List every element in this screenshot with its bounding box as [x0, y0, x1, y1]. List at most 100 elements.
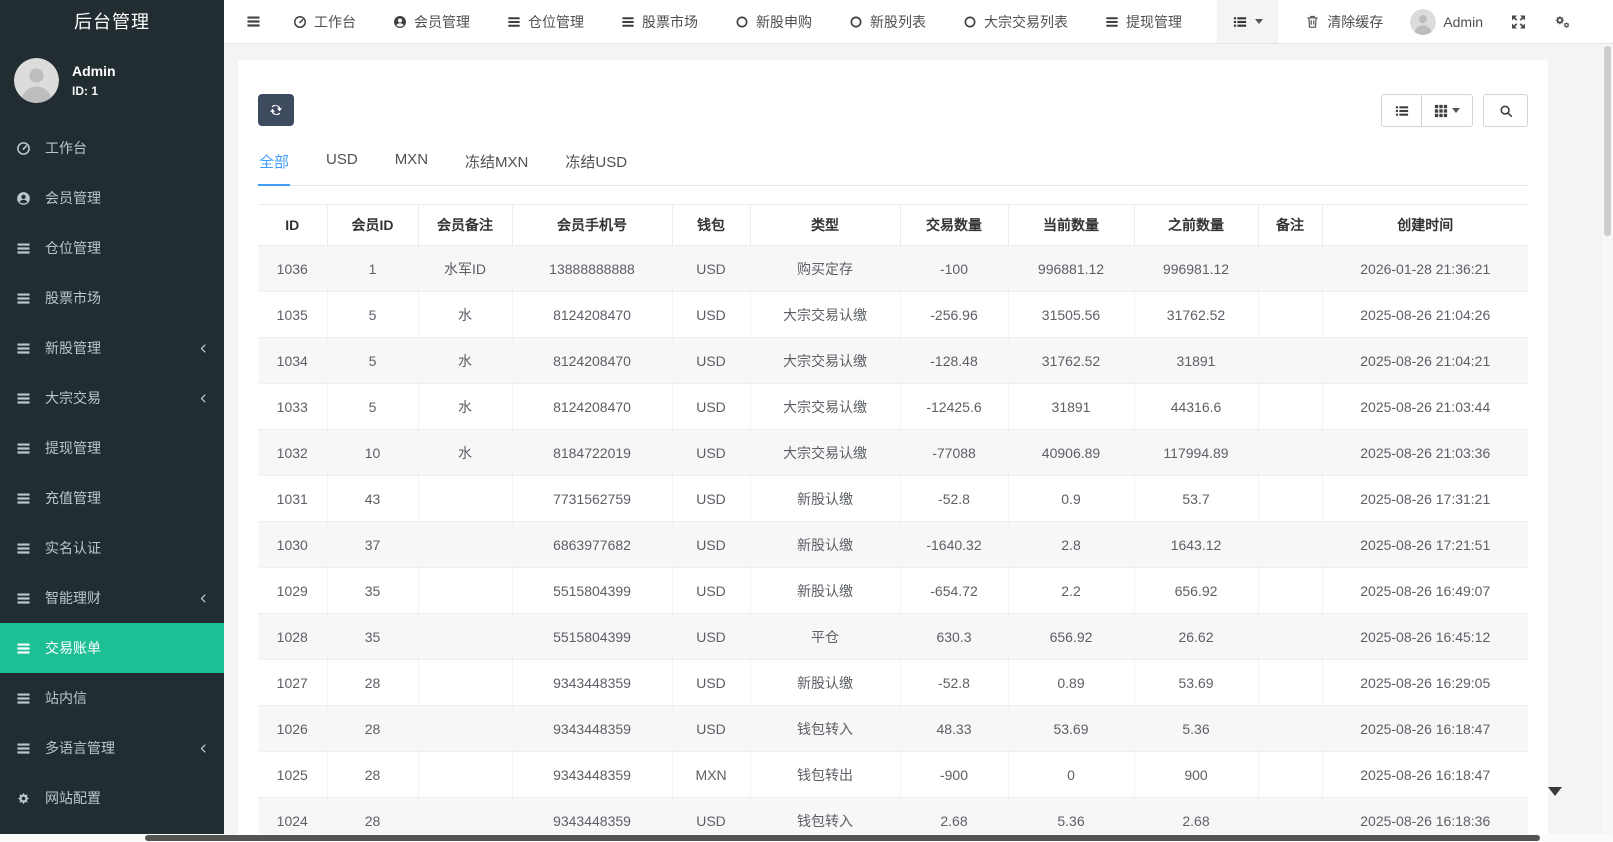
table-cell: USD [672, 660, 750, 706]
table-cell: 1 [327, 246, 418, 292]
topnav-item-workbench[interactable]: 工作台 [293, 12, 356, 32]
table-cell: 1643.12 [1134, 522, 1258, 568]
table-cell: 2025-08-26 17:21:51 [1322, 522, 1528, 568]
table-cell [1258, 246, 1322, 292]
circle-icon [963, 15, 977, 29]
topnav-item-members[interactable]: 会员管理 [393, 12, 470, 32]
settings-button[interactable] [1554, 14, 1571, 30]
vertical-scrollbar[interactable] [1602, 44, 1613, 834]
list-icon [16, 490, 34, 506]
dashboard-icon [16, 140, 34, 156]
sidebar-item-site-config[interactable]: 网站配置 [0, 773, 224, 823]
table-cell: 大宗交易认缴 [750, 384, 900, 430]
table-row: 1028355515804399USD平仓630.3656.9226.62202… [258, 614, 1528, 660]
table-cell [1258, 614, 1322, 660]
admin-user-menu[interactable]: Admin [1410, 9, 1483, 35]
table-cell [1258, 752, 1322, 798]
view-button-group [1381, 94, 1473, 127]
column-header-created-at: 创建时间 [1322, 205, 1528, 246]
tab-all[interactable]: 全部 [258, 141, 290, 186]
table-cell: 5 [327, 292, 418, 338]
table-cell [418, 660, 512, 706]
sidebar-item-members[interactable]: 会员管理 [0, 173, 224, 223]
user-info: Admin ID: 1 [72, 63, 116, 98]
sidebar-item-block-trade[interactable]: 大宗交易 [0, 373, 224, 423]
table-cell: 31762.52 [1008, 338, 1134, 384]
horizontal-scrollbar-thumb[interactable] [145, 835, 1540, 841]
table-cell: USD [672, 706, 750, 752]
sidebar-toggle-button[interactable] [236, 14, 271, 29]
menu-dropdown-button[interactable] [1217, 0, 1278, 43]
table-cell [1258, 706, 1322, 752]
topnav-item-ipo-list[interactable]: 新股列表 [849, 12, 926, 32]
table-cell: 2025-08-26 16:49:07 [1322, 568, 1528, 614]
sidebar-item-smart-finance[interactable]: 智能理财 [0, 573, 224, 623]
fullscreen-button[interactable] [1510, 14, 1527, 30]
table-row: 103210水8184722019USD大宗交易认缴-7708840906.89… [258, 430, 1528, 476]
grid-view-button[interactable] [1422, 94, 1473, 127]
clear-cache-button[interactable]: 清除缓存 [1305, 12, 1383, 32]
table-cell: 28 [327, 706, 418, 752]
tab-usd[interactable]: USD [325, 141, 359, 185]
table-cell: 8124208470 [512, 384, 672, 430]
table-cell: 大宗交易认缴 [750, 338, 900, 384]
sidebar-item-site-messages[interactable]: 站内信 [0, 673, 224, 723]
sidebar-item-withdrawals[interactable]: 提现管理 [0, 423, 224, 473]
sidebar-item-ipo-mgmt[interactable]: 新股管理 [0, 323, 224, 373]
list-icon [1105, 15, 1119, 29]
grid-view-icon [1434, 104, 1448, 118]
table-cell: 7731562759 [512, 476, 672, 522]
sidebar-item-label: 交易账单 [45, 638, 101, 658]
tab-frozen-usd[interactable]: 冻结USD [564, 141, 628, 185]
sidebar-item-multilanguage[interactable]: 多语言管理 [0, 723, 224, 773]
list-icon [16, 590, 34, 606]
topnav-item-positions[interactable]: 仓位管理 [507, 12, 584, 32]
scroll-down-icon[interactable] [1548, 787, 1562, 796]
table-cell: USD [672, 614, 750, 660]
list-icon [621, 15, 635, 29]
vertical-scrollbar-thumb[interactable] [1604, 46, 1611, 236]
table-cell [418, 706, 512, 752]
topnav-item-label: 股票市场 [642, 12, 698, 32]
table-cell: 26.62 [1134, 614, 1258, 660]
sidebar-item-transaction-bills[interactable]: 交易账单 [0, 623, 224, 673]
sidebar-item-deposits[interactable]: 充值管理 [0, 473, 224, 523]
table-cell: USD [672, 384, 750, 430]
table-cell: 40906.89 [1008, 430, 1134, 476]
table-cell: 44316.6 [1134, 384, 1258, 430]
menu-lines-icon [1232, 15, 1248, 29]
tab-frozen-mxn[interactable]: 冻结MXN [464, 141, 529, 185]
tab-bar: 全部 USD MXN 冻结MXN 冻结USD [258, 141, 1528, 186]
table-cell: 53.7 [1134, 476, 1258, 522]
table-cell [1258, 476, 1322, 522]
table-cell: 1028 [258, 614, 327, 660]
table-cell: -256.96 [900, 292, 1008, 338]
table-row: 1025289343448359MXN钱包转出-90009002025-08-2… [258, 752, 1528, 798]
topnav-item-ipo-subscribe[interactable]: 新股申购 [735, 12, 812, 32]
topnav: 工作台 会员管理 仓位管理 股票市场 新股申购 新股列表 大宗交易列表 提现管理… [224, 0, 1613, 44]
table-cell: 8184722019 [512, 430, 672, 476]
refresh-button[interactable] [258, 94, 294, 126]
table-cell: -12425.6 [900, 384, 1008, 430]
search-button[interactable] [1483, 94, 1528, 127]
horizontal-scrollbar[interactable] [0, 834, 1613, 842]
view-controls [1381, 94, 1528, 127]
table-cell: USD [672, 476, 750, 522]
table-cell [418, 568, 512, 614]
sidebar-item-workbench[interactable]: 工作台 [0, 123, 224, 173]
topnav-right: 清除缓存 Admin [1217, 0, 1613, 43]
table-cell: 656.92 [1134, 568, 1258, 614]
table-row: 1027289343448359USD新股认缴-52.80.8953.69202… [258, 660, 1528, 706]
list-icon [16, 240, 34, 256]
user-icon [393, 15, 407, 29]
tab-mxn[interactable]: MXN [394, 141, 429, 185]
topnav-item-withdrawals[interactable]: 提现管理 [1105, 12, 1182, 32]
topnav-item-stock-market[interactable]: 股票市场 [621, 12, 698, 32]
table-cell [1258, 338, 1322, 384]
topnav-item-block-trade-list[interactable]: 大宗交易列表 [963, 12, 1068, 32]
sidebar-item-positions[interactable]: 仓位管理 [0, 223, 224, 273]
sidebar-item-label: 仓位管理 [45, 238, 101, 258]
sidebar-item-stock-market[interactable]: 股票市场 [0, 273, 224, 323]
sidebar-item-kyc[interactable]: 实名认证 [0, 523, 224, 573]
list-view-button[interactable] [1381, 94, 1422, 127]
